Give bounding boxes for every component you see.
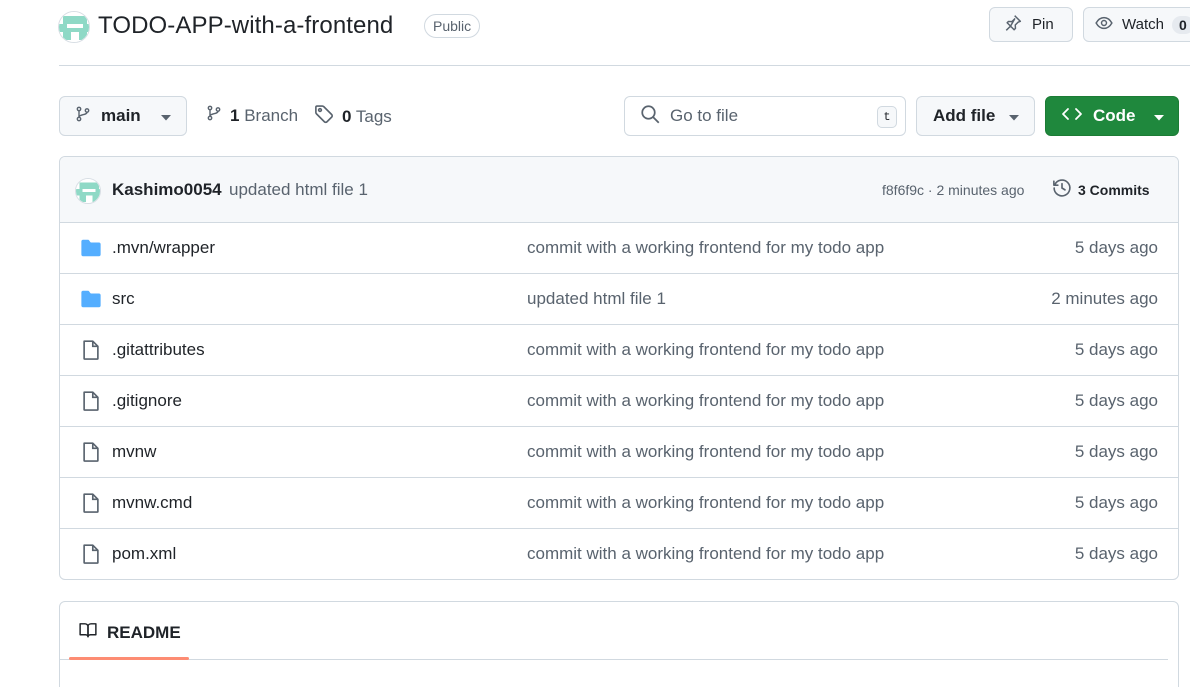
book-icon: [78, 621, 98, 644]
file-list: .mvn/wrapper commit with a working front…: [60, 223, 1178, 579]
file-commit-message[interactable]: commit with a working frontend for my to…: [527, 442, 884, 462]
active-tab-indicator: [69, 657, 189, 660]
file-commit-message[interactable]: updated html file 1: [527, 289, 666, 309]
file-age: 5 days ago: [1074, 493, 1158, 512]
readme-divider: [60, 659, 1168, 660]
keyboard-shortcut: t: [877, 106, 897, 128]
file-name[interactable]: .gitattributes: [112, 340, 205, 360]
author-avatar[interactable]: [75, 178, 101, 204]
tag-count: 0: [342, 106, 352, 126]
pin-icon: [1004, 14, 1022, 36]
file-icon: [80, 543, 102, 565]
file-name[interactable]: .mvn/wrapper: [112, 238, 215, 258]
file-age: 5 days ago: [1074, 391, 1158, 410]
file-name[interactable]: mvnw.cmd: [112, 493, 192, 513]
branch-icon: [75, 105, 91, 128]
commit-hash-time[interactable]: f8f6f9c · 2 minutes ago: [882, 182, 1024, 198]
file-age: 2 minutes ago: [1051, 289, 1158, 308]
tag-label: Tags: [355, 106, 392, 126]
file-row[interactable]: mvnw commit with a working frontend for …: [60, 427, 1178, 478]
branch-count: 1: [230, 105, 240, 125]
file-row[interactable]: .gitignore commit with a working fronten…: [60, 376, 1178, 427]
folder-icon: [80, 237, 102, 259]
file-commit-message[interactable]: commit with a working frontend for my to…: [527, 340, 884, 360]
file-row[interactable]: pom.xml commit with a working frontend f…: [60, 529, 1178, 579]
add-file-button[interactable]: Add file: [916, 96, 1035, 136]
pin-button[interactable]: Pin: [989, 7, 1073, 42]
file-commit-message[interactable]: commit with a working frontend for my to…: [527, 238, 884, 258]
file-row[interactable]: src updated html file 1 2 minutes ago: [60, 274, 1178, 325]
file-commit-message[interactable]: commit with a working frontend for my to…: [527, 493, 884, 513]
code-icon: [1061, 106, 1083, 127]
watch-count: 0: [1171, 15, 1190, 34]
tags-link[interactable]: 0 Tags: [314, 104, 392, 129]
file-age: 5 days ago: [1074, 442, 1158, 461]
file-name[interactable]: .gitignore: [112, 391, 182, 411]
code-label: Code: [1093, 106, 1136, 125]
branch-icon: [206, 104, 222, 127]
file-row[interactable]: mvnw.cmd commit with a working frontend …: [60, 478, 1178, 529]
file-age: 5 days ago: [1074, 544, 1158, 563]
commit-author[interactable]: Kashimo0054: [112, 180, 222, 200]
file-icon: [80, 492, 102, 514]
header-divider: [59, 65, 1190, 66]
file-row[interactable]: .mvn/wrapper commit with a working front…: [60, 223, 1178, 274]
file-name[interactable]: pom.xml: [112, 544, 176, 564]
owner-avatar[interactable]: [58, 11, 90, 43]
file-table: Kashimo0054 updated html file 1 f8f6f9c …: [59, 156, 1179, 580]
file-icon: [80, 390, 102, 412]
branch-selector[interactable]: main: [59, 96, 187, 136]
file-name[interactable]: src: [112, 289, 135, 309]
watch-button[interactable]: Watch 0: [1083, 7, 1190, 42]
history-icon: [1052, 178, 1072, 201]
branches-link[interactable]: 1 Branch: [206, 104, 298, 127]
repo-header: TODO-APP-with-a-frontend Public Pin Watc…: [0, 0, 1190, 66]
search-icon: [640, 104, 660, 129]
readme-panel: README: [59, 601, 1179, 687]
pin-label: Pin: [1032, 16, 1054, 33]
file-age: 5 days ago: [1074, 238, 1158, 257]
file-commit-message[interactable]: commit with a working frontend for my to…: [527, 544, 884, 564]
code-button[interactable]: Code: [1045, 96, 1179, 136]
file-commit-message[interactable]: commit with a working frontend for my to…: [527, 391, 884, 411]
branch-label: Branch: [244, 105, 299, 125]
go-to-file-input[interactable]: [670, 106, 860, 126]
branch-name: main: [101, 106, 141, 125]
folder-icon: [80, 288, 102, 310]
file-icon: [80, 441, 102, 463]
repo-name[interactable]: TODO-APP-with-a-frontend: [98, 12, 393, 40]
watch-label: Watch: [1122, 16, 1164, 33]
file-name[interactable]: mvnw: [112, 442, 156, 462]
commit-message[interactable]: updated html file 1: [229, 180, 368, 200]
caret-down-icon: [1009, 106, 1020, 126]
file-age: 5 days ago: [1074, 340, 1158, 359]
add-file-label: Add file: [933, 106, 996, 125]
file-row[interactable]: .gitattributes commit with a working fro…: [60, 325, 1178, 376]
visibility-badge: Public: [424, 14, 481, 38]
readme-tab[interactable]: README: [78, 621, 181, 644]
eye-icon: [1094, 14, 1114, 36]
tag-icon: [314, 104, 334, 129]
file-icon: [80, 339, 102, 361]
commits-count-label: 3 Commits: [1078, 181, 1150, 198]
go-to-file-search[interactable]: t: [624, 96, 906, 136]
caret-down-icon: [160, 106, 171, 126]
caret-down-icon: [1153, 106, 1164, 126]
latest-commit-bar: Kashimo0054 updated html file 1 f8f6f9c …: [60, 157, 1178, 223]
commits-link[interactable]: 3 Commits: [1052, 178, 1150, 201]
readme-label: README: [107, 622, 181, 642]
